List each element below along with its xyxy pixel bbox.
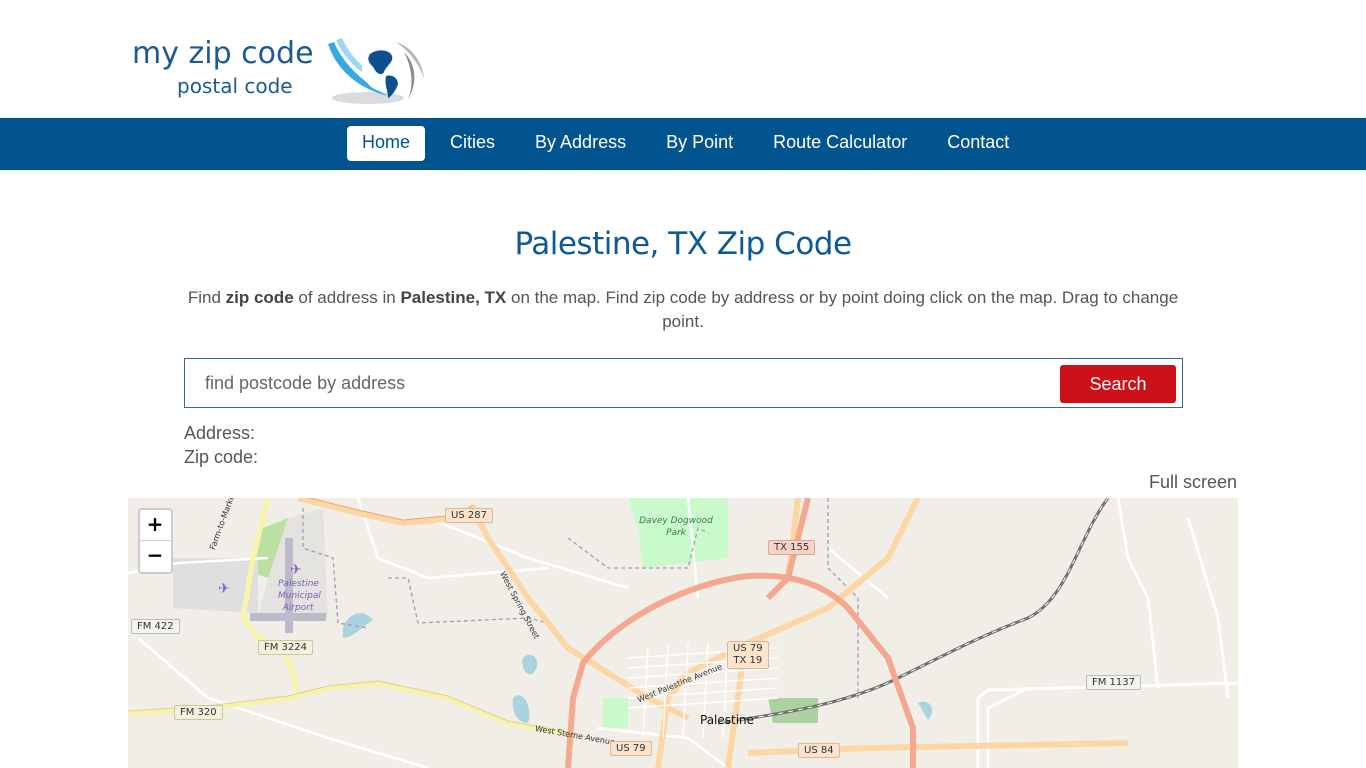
- map[interactable]: + − ✈ ✈ Palestine Municipal Airport Dave…: [128, 498, 1238, 768]
- address-search-input[interactable]: [186, 360, 1067, 406]
- intro-bold-2: Palestine, TX: [400, 288, 507, 307]
- lake: [343, 613, 373, 638]
- nav-item-cities[interactable]: Cities: [435, 126, 510, 161]
- intro-text: Find zip code of address in Palestine, T…: [185, 286, 1181, 334]
- shield-us79: US 79: [610, 741, 652, 756]
- shield-us79-line: US 79: [733, 643, 763, 654]
- shield-tx155: TX 155: [768, 540, 816, 555]
- address-result: Address:: [184, 423, 255, 444]
- zoom-in-button[interactable]: +: [140, 510, 170, 541]
- intro-part-2: of address in: [293, 288, 401, 307]
- intro-bold-1: zip code: [225, 288, 294, 307]
- address-label: Address:: [184, 423, 256, 443]
- airplane-icon: ✈: [218, 581, 230, 597]
- shield-us79-tx19: US 79 TX 19: [727, 641, 769, 669]
- airport-label: Palestine Municipal Airport: [278, 579, 321, 613]
- search-button[interactable]: Search: [1060, 365, 1176, 403]
- nav-item-home[interactable]: Home: [347, 126, 426, 161]
- airplane-icon: ✈: [290, 562, 302, 578]
- park-label: Davey Dogwood Park: [639, 516, 713, 538]
- site-header: my zip code postal code: [0, 0, 1366, 118]
- search-form: Search: [184, 358, 1183, 408]
- intro-part-3: on the map. Find zip code by address or …: [506, 288, 1179, 331]
- nav-item-by-address[interactable]: By Address: [520, 126, 641, 161]
- shield-us84: US 84: [798, 743, 840, 758]
- shield-fm422: FM 422: [131, 619, 180, 634]
- park-area: [603, 698, 628, 728]
- logo-text-sub: postal code: [177, 74, 293, 98]
- runway: [250, 613, 326, 621]
- intro-part-1: Find: [187, 288, 226, 307]
- nav-item-route-calculator[interactable]: Route Calculator: [758, 126, 922, 161]
- main-nav: Home Cities By Address By Point Route Ca…: [0, 118, 1366, 170]
- lake: [918, 701, 933, 720]
- shield-fm320: FM 320: [174, 705, 223, 720]
- shield-tx19-line: TX 19: [733, 655, 763, 666]
- fm-1137-road: [976, 681, 1238, 768]
- logo-text-main: my zip code: [132, 36, 314, 71]
- nav-item-contact[interactable]: Contact: [932, 126, 1024, 161]
- zip-label: Zip code:: [184, 447, 259, 467]
- fullscreen-link[interactable]: Full screen: [1149, 472, 1237, 493]
- site-logo[interactable]: my zip code postal code: [130, 36, 430, 106]
- lake: [522, 654, 538, 675]
- zoom-out-button[interactable]: −: [140, 541, 170, 571]
- zoom-control: + −: [138, 508, 173, 574]
- shield-fm1137: FM 1137: [1086, 675, 1142, 690]
- page-title: Palestine, TX Zip Code: [514, 226, 852, 262]
- city-label: Palestine: [700, 713, 755, 727]
- zip-result: Zip code:: [184, 447, 258, 468]
- globe-icon: [328, 38, 424, 104]
- lake: [512, 695, 530, 723]
- shield-fm3224: FM 3224: [258, 640, 314, 655]
- shield-us287: US 287: [445, 508, 493, 523]
- nav-item-by-point[interactable]: By Point: [651, 126, 748, 161]
